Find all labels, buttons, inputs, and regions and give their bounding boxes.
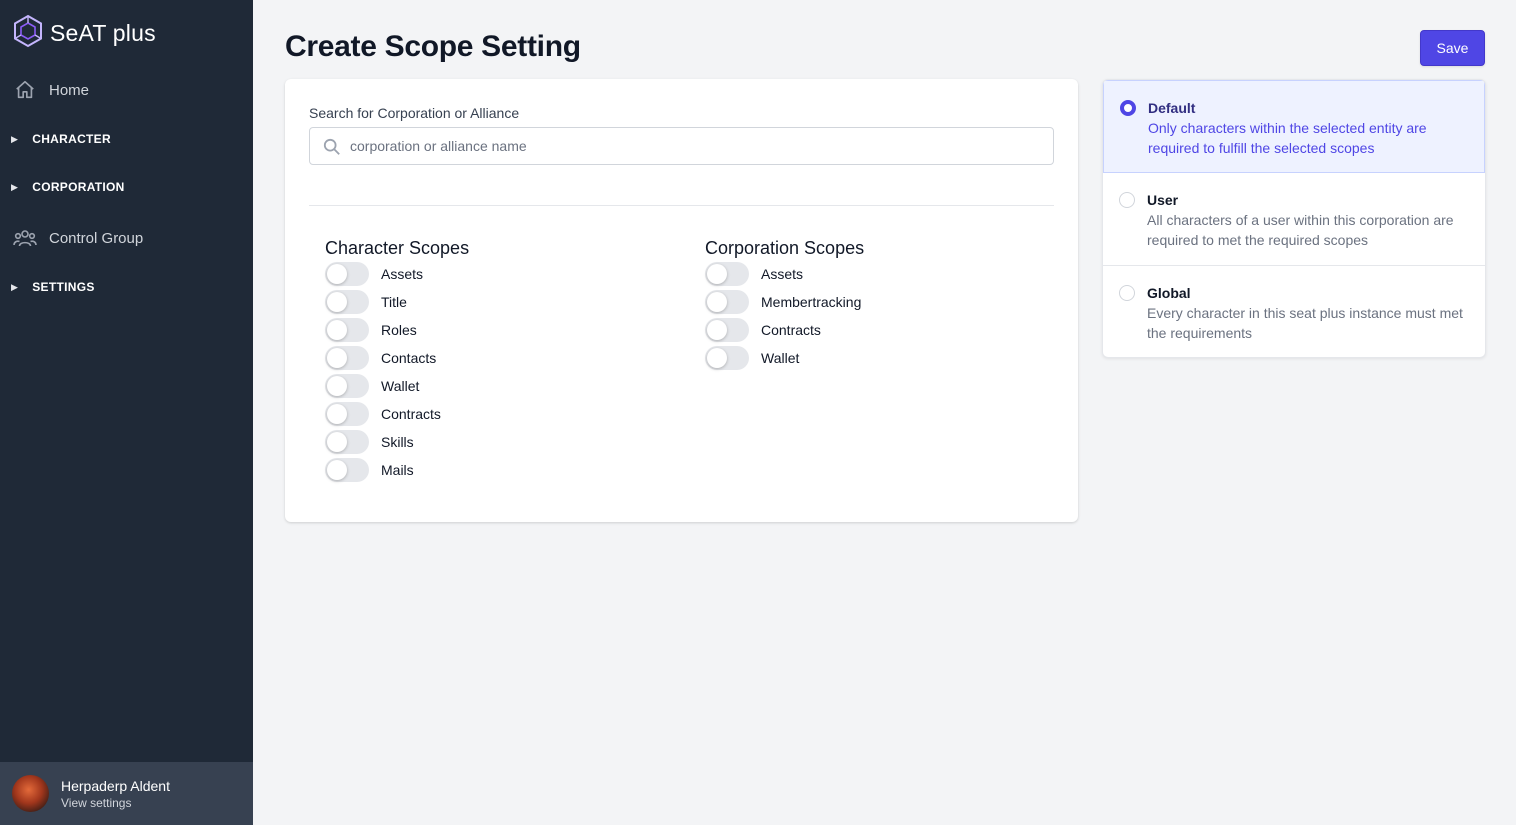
search-field[interactable] [309,127,1054,165]
scope-toggle[interactable] [705,262,749,286]
radio-button[interactable] [1120,100,1136,116]
scope-row: Contracts [705,316,864,344]
user-name: Herpaderp Aldent [61,777,170,794]
scope-toggle[interactable] [325,374,369,398]
scope-row: Title [325,288,469,316]
sidebar-group-corporation[interactable]: ▶ CORPORATION [0,172,253,202]
corporation-scopes-section: Corporation Scopes Assets Membertracking… [705,236,864,372]
sidebar-group-label: SETTINGS [32,280,95,294]
toggle-knob [327,404,347,424]
sidebar-item-label: Control Group [49,229,144,247]
radio-option-title: Default [1148,100,1196,116]
toggle-knob [327,320,347,340]
scope-toggle[interactable] [325,430,369,454]
toggle-knob [327,432,347,452]
caret-right-icon: ▶ [11,281,19,292]
scope-row: Assets [325,260,469,288]
scope-row: Wallet [705,344,864,372]
home-icon [13,78,37,102]
scope-label: Wallet [381,378,420,394]
scope-label: Title [381,294,407,310]
view-settings-link[interactable]: View settings [61,795,170,811]
caret-right-icon: ▶ [11,181,19,192]
radio-option-description: Only characters within the selected enti… [1148,120,1427,156]
search-icon [323,138,341,156]
character-scopes-section: Character Scopes Assets Title Roles Cont… [325,236,469,484]
radio-option-description: Every character in this seat plus instan… [1147,305,1463,341]
search-label: Search for Corporation or Alliance [309,105,520,121]
scope-toggle[interactable] [325,458,369,482]
scope-label: Assets [381,266,424,282]
scope-toggle[interactable] [705,290,749,314]
scope-row: Contracts [325,400,469,428]
radio-option-user[interactable]: User All characters of a user within thi… [1103,173,1485,266]
scope-row: Contacts [325,344,469,372]
search-input[interactable] [310,128,1053,164]
user-profile[interactable]: Herpaderp Aldent View settings [0,762,253,825]
scope-row: Assets [705,260,864,288]
seat-logo-icon [12,14,44,53]
avatar [12,775,49,812]
scope-toggle[interactable] [325,402,369,426]
radio-option-global[interactable]: Global Every character in this seat plus… [1103,266,1485,357]
scope-label: Mails [381,462,414,478]
scope-label: Skills [381,434,414,450]
scope-toggle[interactable] [325,262,369,286]
sidebar-group-label: CORPORATION [32,180,125,194]
corporation-scopes-title: Corporation Scopes [705,238,865,258]
sidebar-item-label: Home [49,81,90,99]
scope-toggle[interactable] [705,346,749,370]
scope-label: Contracts [381,406,441,422]
scope-row: Roles [325,316,469,344]
toggle-knob [327,348,347,368]
sidebar-item-control-group[interactable]: Control Group [0,218,253,258]
radio-button[interactable] [1119,285,1135,301]
scope-toggle[interactable] [325,346,369,370]
sidebar: SeAT plus Home ▶ CHARACTER ▶ CORPORATION… [0,0,253,825]
toggle-knob [707,348,727,368]
scope-toggle[interactable] [705,318,749,342]
sidebar-group-settings[interactable]: ▶ SETTINGS [0,272,253,302]
toggle-knob [707,292,727,312]
scope-row: Wallet [325,372,469,400]
radio-option-description: All characters of a user within this cor… [1147,212,1454,248]
toggle-knob [327,460,347,480]
divider [309,205,1054,206]
save-button[interactable]: Save [1420,30,1485,66]
radio-option-title: Global [1147,285,1191,301]
toggle-knob [327,292,347,312]
scope-label: Roles [381,322,417,338]
page-title: Create Scope Setting [285,30,581,63]
radio-option-default[interactable]: Default Only characters within the selec… [1103,80,1485,173]
scope-type-radio-group: Default Only characters within the selec… [1102,79,1486,358]
sidebar-group-character[interactable]: ▶ CHARACTER [0,124,253,154]
scope-label: Membertracking [761,294,862,310]
brand-name: SeAT plus [50,19,156,46]
brand[interactable]: SeAT plus [12,14,156,53]
scope-label: Contracts [761,322,821,338]
corporation-scopes-list: Assets Membertracking Contracts Wallet [705,260,864,372]
character-scopes-list: Assets Title Roles Contacts Wallet Contr… [325,260,469,484]
scope-setting-card: Search for Corporation or Alliance Chara… [285,79,1078,522]
toggle-knob [707,264,727,284]
toggle-knob [327,376,347,396]
scope-row: Skills [325,428,469,456]
scope-toggle[interactable] [325,290,369,314]
character-scopes-title: Character Scopes [325,238,470,258]
scope-label: Contacts [381,350,437,366]
scope-label: Assets [761,266,804,282]
radio-button[interactable] [1119,192,1135,208]
sidebar-group-label: CHARACTER [32,132,111,146]
scope-row: Mails [325,456,469,484]
users-icon [13,226,37,250]
sidebar-item-home[interactable]: Home [0,70,253,110]
toggle-knob [707,320,727,340]
toggle-knob [327,264,347,284]
radio-option-title: User [1147,192,1179,208]
caret-right-icon: ▶ [11,133,19,144]
scope-row: Membertracking [705,288,864,316]
scope-toggle[interactable] [325,318,369,342]
scope-label: Wallet [761,350,800,366]
